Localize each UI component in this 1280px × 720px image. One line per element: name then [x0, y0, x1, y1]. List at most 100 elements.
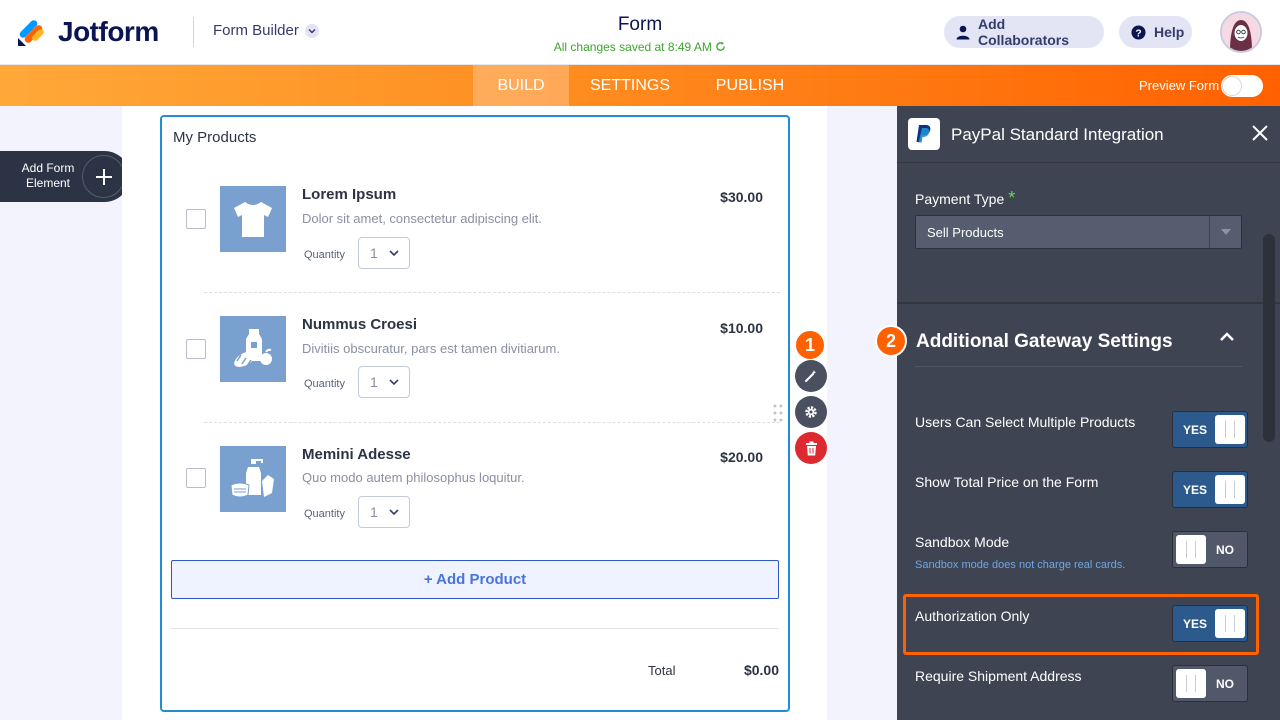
product-price: $20.00	[720, 449, 763, 465]
add-form-element-button[interactable]: Add Form Element	[0, 151, 130, 202]
product-checkbox[interactable]	[186, 339, 206, 359]
top-header: Jotform Form Builder Form All changes sa…	[0, 0, 1280, 65]
product-list-field[interactable]: My Products Lorem Ipsum Dolor sit amet, …	[160, 115, 790, 712]
toggle-value: YES	[1183, 617, 1208, 631]
builder-nav-bar: BUILD SETTINGS PUBLISH	[0, 65, 1280, 106]
paypal-logo-icon	[908, 118, 940, 150]
multiple-products-toggle[interactable]: YES	[1172, 411, 1248, 448]
form-builder-menu[interactable]: Form Builder	[213, 22, 319, 39]
trash-icon	[805, 441, 817, 455]
product-divider	[204, 292, 780, 293]
section-divider	[915, 366, 1242, 367]
header-divider	[193, 17, 194, 47]
gear-icon	[805, 406, 817, 418]
required-star-icon: *	[1008, 188, 1016, 208]
plus-icon	[82, 155, 125, 198]
drag-handle-icon[interactable]	[773, 404, 783, 422]
total-label: Total	[648, 663, 676, 678]
step-badge-1: 1	[794, 329, 826, 361]
toggle-value: YES	[1183, 423, 1208, 437]
payment-type-section: Payment Type * Sell Products	[897, 164, 1280, 304]
jotform-logo-icon	[18, 20, 44, 46]
form-title-block: Form All changes saved at 8:49 AM	[540, 14, 740, 54]
avatar[interactable]	[1220, 11, 1262, 53]
product-description: Dolor sit amet, consectetur adipiscing e…	[302, 211, 542, 226]
product-description: Quo modo autem philosophus loquitur.	[302, 470, 525, 485]
step-badge-2: 2	[875, 325, 907, 357]
show-total-price-toggle[interactable]: YES	[1172, 471, 1248, 508]
field-settings-button[interactable]	[795, 396, 827, 428]
setting-label: Authorization Only	[915, 608, 1030, 624]
product-checkbox[interactable]	[186, 468, 206, 488]
quantity-select[interactable]: 1	[358, 237, 410, 269]
quantity-value: 1	[370, 504, 378, 520]
product-checkbox[interactable]	[186, 209, 206, 229]
payment-type-value: Sell Products	[927, 224, 1004, 240]
jotform-logo[interactable]: Jotform	[16, 16, 159, 48]
section-title[interactable]: Additional Gateway Settings	[916, 331, 1173, 353]
payment-type-select[interactable]: Sell Products	[915, 215, 1242, 249]
add-collaborators-label: Add Collaborators	[978, 16, 1070, 48]
quantity-select[interactable]: 1	[358, 366, 410, 398]
chevron-down-icon	[389, 509, 399, 516]
user-icon	[956, 25, 970, 40]
tab-settings[interactable]: SETTINGS	[575, 65, 685, 106]
shipment-address-toggle[interactable]: NO	[1172, 665, 1248, 702]
save-status: All changes saved at 8:49 AM	[540, 40, 740, 54]
wand-button[interactable]	[795, 360, 827, 392]
help-label: Help	[1154, 24, 1185, 40]
panel-scrollbar[interactable]	[1263, 234, 1275, 442]
toggle-knob	[1215, 415, 1245, 444]
product-price: $10.00	[720, 320, 763, 336]
preview-form-toggle[interactable]	[1221, 75, 1263, 97]
payment-type-label-row: Payment Type *	[915, 188, 1015, 209]
setting-label: Show Total Price on the Form	[915, 474, 1099, 490]
product-image	[220, 186, 286, 252]
quantity-label: Quantity	[304, 249, 345, 261]
logo-text: Jotform	[58, 16, 159, 47]
product-item: Memini Adesse Quo modo autem philosophus…	[162, 432, 788, 552]
payment-type-label: Payment Type	[915, 191, 1005, 207]
toggle-knob	[1176, 669, 1206, 698]
product-image	[220, 316, 286, 382]
form-title[interactable]: Form	[540, 14, 740, 36]
add-form-element-label: Add Form Element	[21, 161, 75, 190]
add-product-button[interactable]: + Add Product	[171, 560, 779, 599]
field-label[interactable]: My Products	[173, 129, 256, 146]
toggle-knob	[1215, 475, 1245, 504]
chevron-up-icon[interactable]	[1219, 332, 1235, 342]
magic-wand-icon	[805, 370, 817, 382]
delete-field-button[interactable]	[795, 432, 827, 464]
tab-build[interactable]: BUILD	[473, 65, 569, 106]
preview-toggle-knob	[1223, 77, 1241, 95]
sandbox-mode-toggle[interactable]: NO	[1172, 531, 1248, 568]
tab-publish[interactable]: PUBLISH	[700, 65, 800, 106]
toggle-knob	[1215, 609, 1245, 638]
product-name: Nummus Croesi	[302, 316, 418, 333]
chevron-down-icon	[389, 379, 399, 386]
setting-sublabel: Sandbox mode does not charge real cards.	[915, 559, 1126, 571]
product-item: Nummus Croesi Divitiis obscuratur, pars …	[162, 302, 788, 422]
avatar-illustration-icon	[1222, 13, 1260, 51]
groceries-icon	[234, 329, 272, 367]
product-item: Lorem Ipsum Dolor sit amet, consectetur …	[162, 172, 788, 292]
quantity-value: 1	[370, 245, 378, 261]
product-name: Lorem Ipsum	[302, 186, 397, 203]
product-description: Divitiis obscuratur, pars est tamen divi…	[302, 341, 560, 356]
toggle-value: YES	[1183, 483, 1208, 497]
refresh-icon	[716, 41, 726, 51]
setting-label: Require Shipment Address	[915, 668, 1082, 684]
toggle-value: NO	[1216, 543, 1234, 557]
hygiene-products-icon	[230, 459, 274, 498]
tshirt-icon	[234, 202, 272, 237]
authorization-only-toggle[interactable]: YES	[1172, 605, 1248, 642]
payment-settings-panel: PayPal Standard Integration Payment Type…	[897, 106, 1280, 720]
product-divider	[204, 422, 780, 423]
chevron-down-icon	[389, 250, 399, 257]
svg-text:?: ?	[1135, 28, 1141, 39]
close-icon[interactable]	[1251, 124, 1269, 142]
add-collaborators-button[interactable]: Add Collaborators	[944, 16, 1104, 48]
quantity-select[interactable]: 1	[358, 496, 410, 528]
help-button[interactable]: ? Help	[1119, 16, 1192, 48]
setting-label: Users Can Select Multiple Products	[915, 414, 1136, 430]
